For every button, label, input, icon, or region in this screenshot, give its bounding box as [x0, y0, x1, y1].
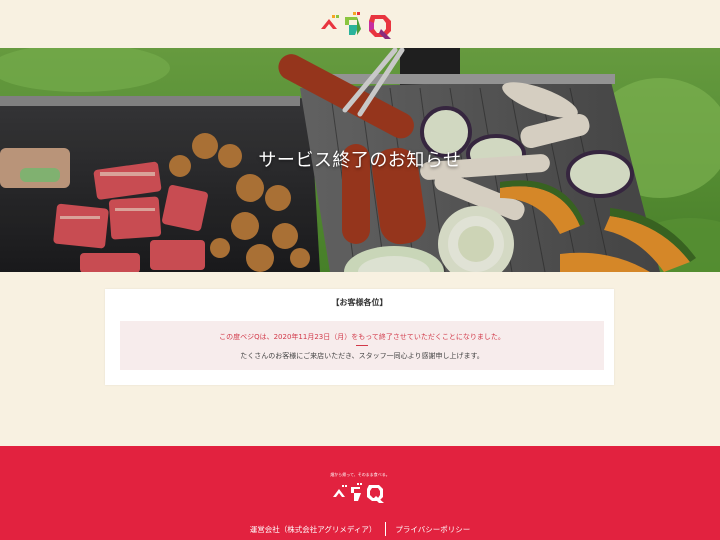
hero-banner: サービス終了のお知らせ [0, 48, 720, 272]
hero-title: サービス終了のお知らせ [258, 150, 462, 171]
site-header [0, 0, 720, 48]
service-end-message: この度ベジQは、2020年11月23日（月）をもって終了させていただくことになり… [219, 333, 505, 341]
site-footer: 畑から帰って、そのまま食べる。 運営会社（株式会社アグリメディア） プライバシー… [0, 446, 720, 540]
footer-links: 運営会社（株式会社アグリメディア） プライバシーポリシー [0, 522, 720, 536]
footer-link-divider [385, 522, 387, 536]
privacy-policy-link[interactable]: プライバシーポリシー [395, 524, 470, 535]
footer-tagline: 畑から帰って、そのまま食べる。 [330, 472, 390, 477]
notice-divider [356, 345, 368, 346]
thanks-message: たくさんのお客様にご来店いただき、スタッフ一同心より感謝申し上げます。 [240, 352, 484, 360]
company-link[interactable]: 運営会社（株式会社アグリメディア） [250, 524, 377, 535]
footer-logo[interactable] [332, 480, 390, 504]
notice-card: 【お客様各位】 この度ベジQは、2020年11月23日（月）をもって終了させてい… [105, 289, 614, 385]
vegeq-logo[interactable] [319, 9, 401, 39]
notice-message-box: この度ベジQは、2020年11月23日（月）をもって終了させていただくことになり… [120, 321, 604, 370]
notice-heading: 【お客様各位】 [331, 298, 388, 307]
